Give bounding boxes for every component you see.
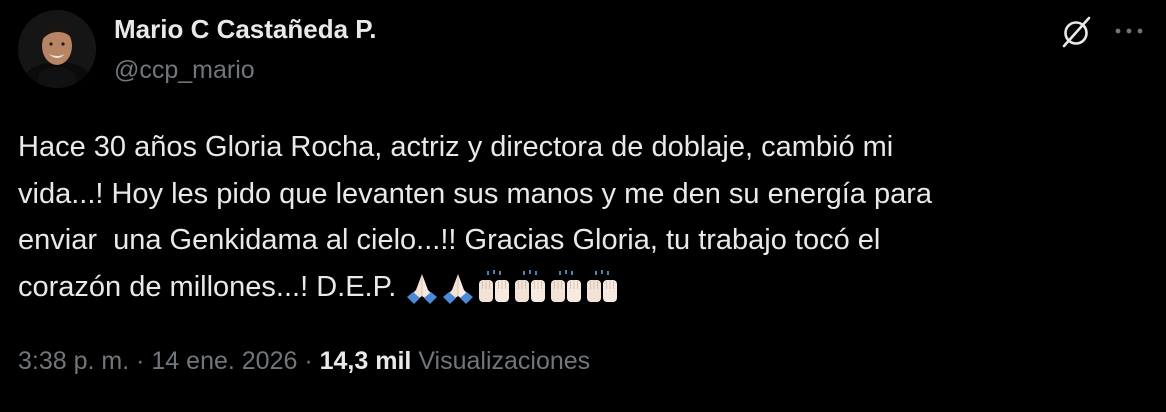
meta-separator: ·: [304, 347, 313, 375]
tweet-timestamp[interactable]: 3:38 p. m. · 14 ene. 2026: [18, 347, 297, 375]
folded-hands-emoji-icon: [443, 273, 474, 304]
grok-icon: [1062, 16, 1091, 48]
tweet-text: Hace 30 años Gloria Rocha, actriz y dire…: [18, 124, 1138, 310]
tweet-meta: 3:38 p. m. · 14 ene. 2026 · 14,3 mil Vis…: [18, 347, 590, 376]
tweet-text-line: corazón de millones...! D.E.P.: [18, 264, 1138, 311]
emoji-row: [404, 269, 620, 317]
tweet-card: Mario C Castañeda P. @ccp_mario Hace 30 …: [0, 0, 1166, 412]
tweet-text-line: enviar una Genkidama al cielo...!! Graci…: [18, 224, 881, 256]
avatar-image: [18, 10, 96, 88]
tweet-text-line: Hace 30 años Gloria Rocha, actriz y dire…: [18, 131, 894, 163]
display-name[interactable]: Mario C Castañeda P.: [114, 14, 377, 45]
tweet-text-last-segment: corazón de millones...! D.E.P.: [18, 270, 397, 303]
grok-button[interactable]: [1056, 12, 1096, 52]
raising-hands-emoji-icon: [479, 269, 510, 302]
more-horizontal-icon: [1115, 28, 1143, 34]
views-count: 14,3 mil: [319, 347, 412, 375]
views-label: Visualizaciones: [418, 347, 591, 375]
more-options-button[interactable]: [1112, 18, 1146, 44]
tweet-text-line: vida...! Hoy les pido que levanten sus m…: [18, 177, 933, 210]
avatar[interactable]: [18, 10, 96, 88]
raising-hands-emoji-icon: [515, 269, 546, 302]
folded-hands-emoji-icon: [407, 273, 438, 304]
raising-hands-emoji-icon: [587, 269, 618, 302]
tweet-date: 14 ene. 2026: [151, 347, 298, 375]
user-handle[interactable]: @ccp_mario: [114, 56, 255, 85]
meta-separator: ·: [136, 347, 145, 375]
tweet-time: 3:38 p. m.: [18, 347, 130, 375]
raising-hands-emoji-icon: [551, 269, 582, 302]
